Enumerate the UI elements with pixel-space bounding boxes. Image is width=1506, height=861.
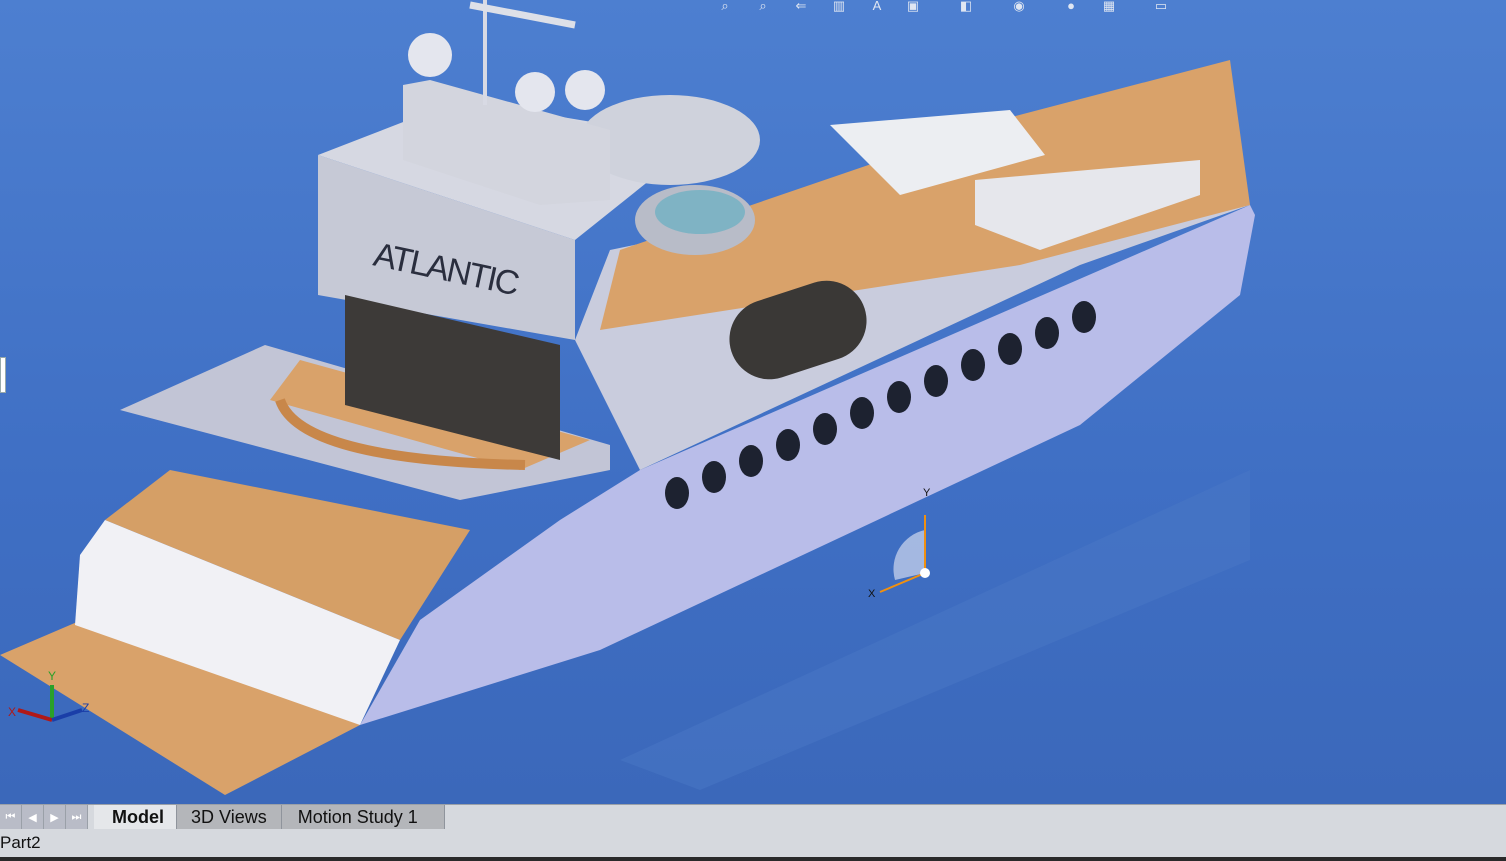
- porthole: [739, 445, 763, 477]
- taskbar-edge: [0, 857, 1506, 861]
- porthole: [702, 461, 726, 493]
- porthole: [998, 333, 1022, 365]
- tab-3d-views[interactable]: 3D Views: [177, 805, 282, 829]
- tab-model[interactable]: Model: [94, 805, 177, 829]
- prev-tab-button[interactable]: ◀: [22, 805, 44, 829]
- porthole: [1035, 317, 1059, 349]
- graphics-viewport[interactable]: ⌕ ⌕ ⇐ ▥ A ▣ ◧ ◉ ● ▦ ▭ ATLANTIC Y X Z Y X: [0, 0, 1506, 804]
- porthole: [776, 429, 800, 461]
- radar-dome: [515, 72, 555, 112]
- document-name: Part2: [0, 833, 41, 852]
- porthole: [961, 349, 985, 381]
- tab-bar: ⏮ ◀ ▶ ⏭ Model 3D Views Motion Study 1: [0, 804, 1506, 829]
- origin-y-label: Y: [923, 487, 931, 499]
- porthole: [813, 413, 837, 445]
- triad-y-label: Y: [48, 669, 56, 683]
- tab-motion-study-1[interactable]: Motion Study 1: [281, 805, 445, 829]
- first-tab-button[interactable]: ⏮: [0, 805, 22, 829]
- origin-x-label: X: [868, 588, 876, 600]
- porthole: [924, 365, 948, 397]
- triad-x-label: X: [8, 705, 16, 719]
- triad-z-label: Z: [82, 701, 89, 715]
- panel-expand-handle[interactable]: [0, 357, 6, 393]
- yacht-model[interactable]: ATLANTIC Y X Z Y X: [0, 0, 1506, 804]
- radar-dome: [408, 33, 452, 77]
- porthole: [887, 381, 911, 413]
- next-tab-button[interactable]: ▶: [44, 805, 66, 829]
- last-tab-button[interactable]: ⏭: [66, 805, 88, 829]
- porthole: [850, 397, 874, 429]
- radar-dome: [565, 70, 605, 110]
- porthole: [1072, 301, 1096, 333]
- status-bar: Part2: [0, 829, 1506, 857]
- porthole: [665, 477, 689, 509]
